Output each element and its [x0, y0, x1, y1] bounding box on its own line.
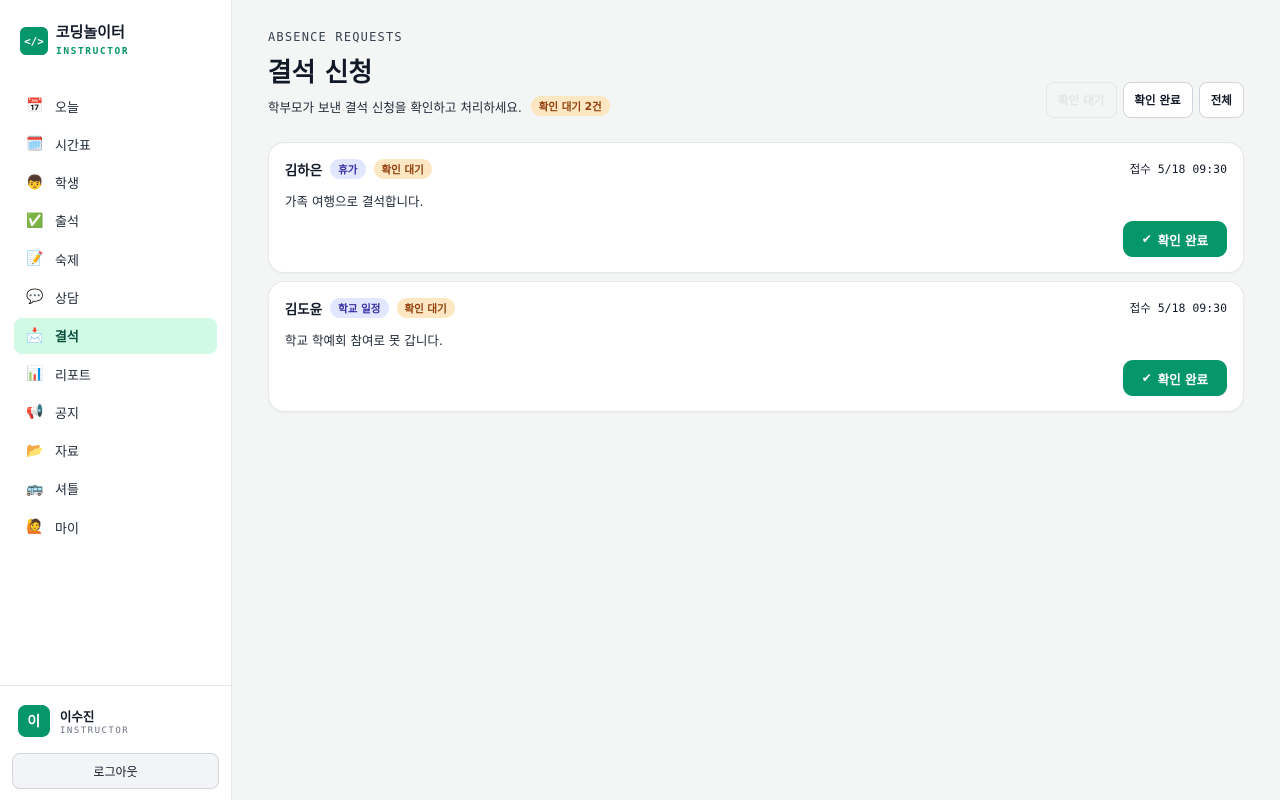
calendar-icon: 📅 — [26, 98, 44, 114]
sidebar-item-2[interactable]: 🗓️ 시간표 — [14, 126, 217, 162]
sidebar-nav: 📅 오늘 🗓️ 시간표 👦 학생 ✅ 출석 📝 숙제 💬 상담 📩 결석 📊 리포트 📢 공지 📂 자료 🚌 셔틀 🙋 마이 — [14, 88, 217, 548]
absence-type-tag: 휴가 — [330, 159, 366, 179]
sidebar-item-8[interactable]: 📊 리포트 — [14, 356, 217, 392]
confirm-button[interactable]: ✔ 확인 완료 — [1123, 221, 1227, 257]
code-brackets-icon: </> — [20, 27, 48, 55]
sidebar-item-label: 시간표 — [55, 138, 91, 154]
filter-pending-button[interactable]: 확인 대기 — [1046, 82, 1117, 118]
confirm-button[interactable]: ✔ 확인 완료 — [1123, 360, 1227, 396]
sidebar-item-label: 숙제 — [55, 253, 79, 269]
confirm-button-label: 확인 완료 — [1157, 371, 1209, 387]
received-timestamp: 접수 5/18 09:30 — [1129, 162, 1227, 176]
sidebar-item-label: 오늘 — [55, 100, 79, 116]
page-subtitle: 학부모가 보낸 결석 신청을 확인하고 처리하세요. — [268, 99, 522, 115]
brand: </> 코딩놀이터 INSTRUCTOR — [20, 22, 129, 57]
user-panel: 이 이수진 INSTRUCTOR 로그아웃 — [0, 685, 231, 800]
folder-icon: 📂 — [26, 442, 44, 459]
status-badge: 확인 대기 — [396, 298, 455, 318]
filter-all-button[interactable]: 전체 — [1198, 82, 1244, 118]
megaphone-icon: 📢 — [26, 404, 44, 421]
user-role: INSTRUCTOR — [60, 726, 130, 736]
sidebar-item-label: 리포트 — [55, 368, 91, 384]
check-mark-icon: ✅ — [26, 212, 44, 229]
sidebar-item-label: 상담 — [55, 291, 79, 307]
section-eyebrow: ABSENCE REQUESTS — [268, 30, 403, 44]
sidebar-item-label: 출석 — [55, 215, 79, 231]
memo-icon: 📝 — [26, 251, 44, 268]
absence-request-card: 김하은 휴가 확인 대기 접수 5/18 09:30 가족 여행으로 결석합니다. ✔ 확인… — [268, 142, 1244, 273]
check-icon: ✔ — [1141, 371, 1152, 385]
status-badge: 확인 대기 — [373, 159, 432, 179]
avatar[interactable]: 이 — [18, 705, 50, 737]
subtitle-row: 학부모가 보낸 결석 신청을 확인하고 처리하세요. 확인 대기 2건 — [268, 96, 610, 116]
person-raising-hand-icon: 🙋 — [26, 519, 44, 536]
brand-text: 코딩놀이터 INSTRUCTOR — [56, 22, 129, 57]
student-name: 김하은 — [285, 163, 323, 179]
absence-request-card: 김도윤 학교 일정 확인 대기 접수 5/18 09:30 학교 학예회 참여로 못 갑… — [268, 281, 1244, 412]
sidebar-item-1[interactable]: 📅 오늘 — [14, 88, 217, 124]
sidebar-item-6[interactable]: 💬 상담 — [14, 279, 217, 315]
user-name: 이수진 — [60, 709, 95, 724]
sidebar-item-9[interactable]: 📢 공지 — [14, 394, 217, 430]
student-name: 김도윤 — [285, 302, 323, 318]
boy-icon: 👦 — [26, 174, 44, 191]
filter-confirmed-button[interactable]: 확인 완료 — [1122, 82, 1193, 118]
absence-reason: 가족 여행으로 결석합니다. — [285, 194, 424, 209]
bar-chart-icon: 📊 — [26, 366, 44, 383]
request-list: 김하은 휴가 확인 대기 접수 5/18 09:30 가족 여행으로 결석합니다. ✔ 확인… — [268, 142, 1244, 420]
pending-count-badge: 확인 대기 2건 — [530, 96, 610, 116]
card-header: 김도윤 학교 일정 확인 대기 — [285, 298, 463, 318]
speech-bubble-icon: 💬 — [26, 289, 44, 306]
sidebar-item-7[interactable]: 📩 결석 — [14, 317, 217, 354]
sidebar-item-5[interactable]: 📝 숙제 — [14, 241, 217, 277]
check-icon: ✔ — [1141, 232, 1152, 246]
spiral-calendar-icon: 🗓️ — [26, 136, 44, 153]
sidebar-item-label: 셔틀 — [55, 483, 79, 499]
sidebar-item-11[interactable]: 🚌 셔틀 — [14, 471, 217, 507]
card-header: 김하은 휴가 확인 대기 — [285, 159, 440, 179]
sidebar-item-10[interactable]: 📂 자료 — [14, 433, 217, 469]
sidebar-item-label: 학생 — [55, 177, 79, 193]
page-title: 결석 신청 — [268, 58, 373, 88]
confirm-button-label: 확인 완료 — [1157, 232, 1209, 248]
absence-type-tag: 학교 일정 — [330, 298, 389, 318]
sidebar: </> 코딩놀이터 INSTRUCTOR 📅 오늘 🗓️ 시간표 👦 학생 ✅ 출석 📝 숙제 💬 상… — [0, 0, 232, 800]
sidebar-item-label: 자료 — [55, 445, 79, 461]
envelope-icon: 📩 — [26, 327, 44, 344]
sidebar-item-12[interactable]: 🙋 마이 — [14, 509, 217, 545]
sidebar-item-label: 결석 — [55, 330, 79, 346]
sidebar-item-label: 공지 — [55, 406, 79, 422]
received-timestamp: 접수 5/18 09:30 — [1129, 301, 1227, 315]
sidebar-item-3[interactable]: 👦 학생 — [14, 165, 217, 201]
sidebar-item-label: 마이 — [55, 521, 79, 537]
absence-reason: 학교 학예회 참여로 못 갑니다. — [285, 333, 443, 348]
brand-name: 코딩놀이터 — [56, 23, 126, 41]
brand-role: INSTRUCTOR — [56, 46, 130, 57]
filter-tabs: 확인 대기 확인 완료 전체 — [1046, 82, 1244, 118]
bus-icon: 🚌 — [26, 480, 44, 497]
sidebar-item-4[interactable]: ✅ 출석 — [14, 203, 217, 239]
logout-button[interactable]: 로그아웃 — [12, 753, 219, 789]
